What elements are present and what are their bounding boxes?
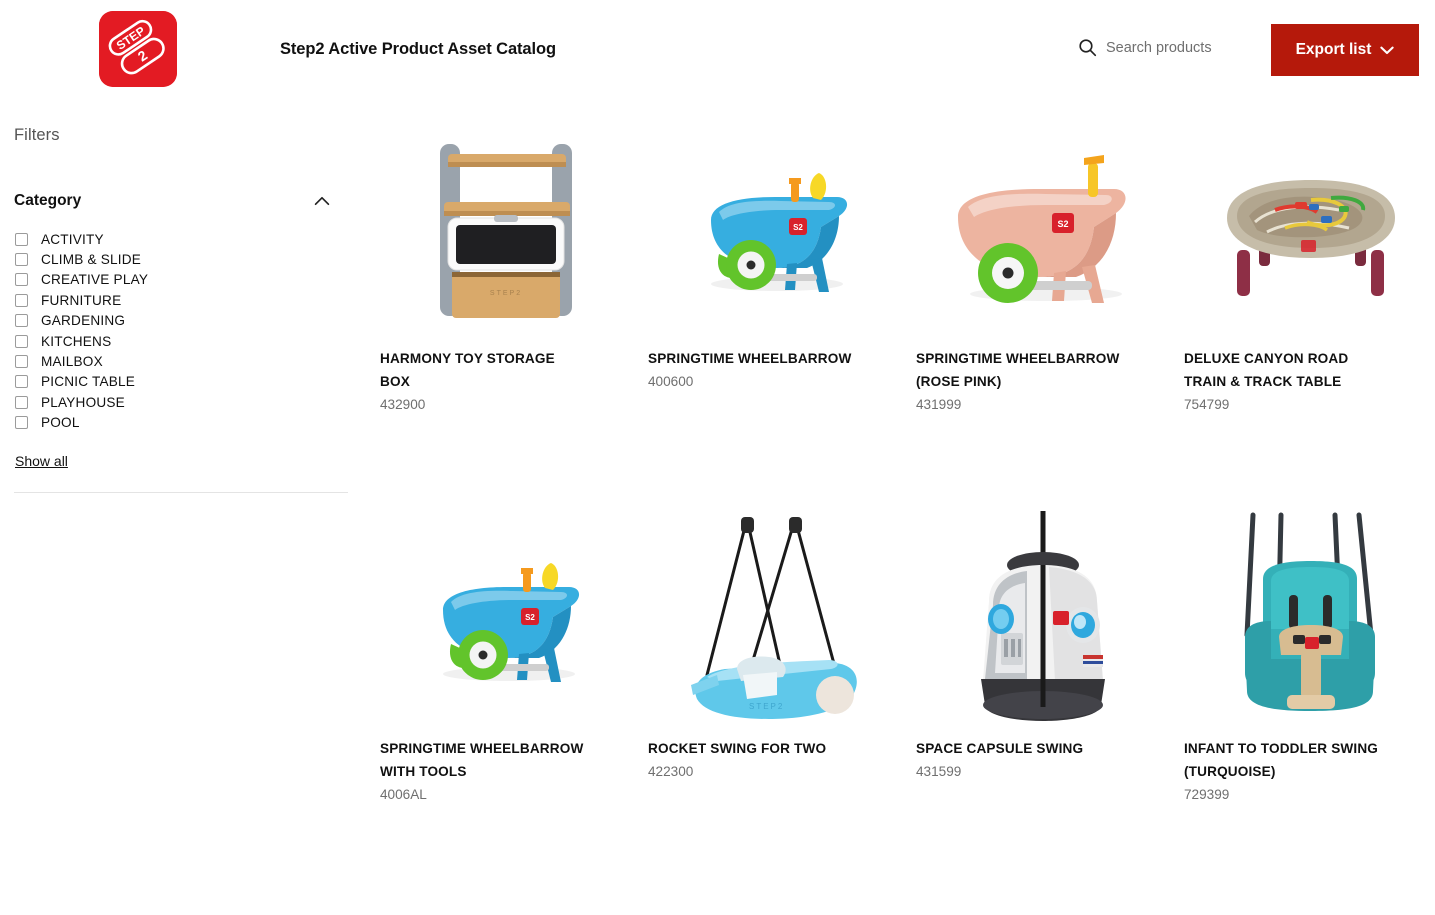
product-sku: 422300 — [648, 763, 694, 779]
product-sku: 754799 — [1184, 396, 1230, 412]
category-checkbox[interactable] — [15, 355, 28, 369]
export-list-button[interactable]: Export list — [1271, 24, 1419, 76]
product-title: ROCKET SWING FOR TWO — [648, 741, 827, 756]
category-option[interactable]: PLAYHOUSE — [14, 392, 348, 412]
svg-text:S2: S2 — [525, 613, 535, 622]
category-checkbox[interactable] — [15, 232, 28, 246]
chevron-up-icon[interactable] — [314, 196, 334, 206]
category-filter-header[interactable]: Category — [14, 192, 334, 210]
category-option-label: CLIMB & SLIDE — [41, 252, 142, 268]
category-filter-label: Category — [14, 192, 82, 209]
product-image-wheelbarrow-rose-pink[interactable]: S2 — [916, 126, 1168, 336]
search-box[interactable] — [1078, 38, 1286, 57]
svg-text:S2: S2 — [793, 223, 803, 232]
category-option[interactable]: MAILBOX — [14, 351, 348, 371]
category-checkbox[interactable] — [15, 253, 28, 267]
category-option-label: KITCHENS — [41, 333, 112, 349]
category-option[interactable]: KITCHENS — [14, 331, 348, 351]
product-card[interactable]: S2 SPRINGTIME WHEELBARROW 400600 — [648, 126, 916, 516]
product-card[interactable]: DELUXE CANYON ROAD TRAIN & TRACK TABLE 75… — [1184, 126, 1435, 516]
category-option[interactable]: CREATIVE PLAY — [14, 270, 348, 290]
product-image-wheelbarrow-blue-tools[interactable]: S2 — [380, 516, 632, 726]
category-checkbox[interactable] — [15, 416, 28, 430]
product-sku: 400600 — [648, 373, 694, 389]
category-option-label: FURNITURE — [41, 292, 122, 308]
category-option-label: PICNIC TABLE — [41, 374, 136, 390]
product-image-infant-toddler-swing[interactable] — [1184, 512, 1435, 726]
category-option-label: ACTIVITY — [41, 231, 104, 247]
sidebar-divider — [14, 491, 348, 493]
product-title: SPACE CAPSULE SWING — [916, 741, 1084, 756]
product-sku: 4006AL — [380, 786, 427, 802]
product-title: SPRINGTIME WHEELBARROW — [648, 351, 852, 366]
step2-logo: STEP 2 — [99, 11, 177, 87]
catalog-page: STEP 2 Step2 Active Product Asset Catalo… — [0, 0, 1435, 915]
page-title: Step2 Active Product Asset Catalog — [280, 40, 556, 58]
product-image-wheelbarrow-blue[interactable]: S2 — [648, 126, 900, 336]
filters-sidebar: Filters Category ACTIVITY CLIMB & SLIDE CR… — [14, 126, 348, 493]
product-title: SPRINGTIME WHEELBARROW (ROSE PINK) — [916, 351, 1120, 389]
product-image-train-track-table[interactable] — [1184, 126, 1435, 336]
product-card[interactable]: STEP2 HARMONY TOY STORAGE BOX 432900 — [380, 126, 648, 516]
product-title: SPRINGTIME WHEELBARROW WITH TOOLS — [380, 741, 584, 779]
chevron-down-icon — [1380, 46, 1395, 55]
product-title: DELUXE CANYON ROAD TRAIN & TRACK TABLE — [1184, 351, 1349, 389]
svg-text:STEP2: STEP2 — [749, 702, 784, 711]
product-image-space-capsule-swing[interactable] — [916, 510, 1168, 726]
product-sku: 431599 — [916, 763, 962, 779]
category-checkbox[interactable] — [15, 273, 28, 287]
search-input[interactable] — [1106, 39, 1286, 56]
product-image-rocket-swing[interactable]: STEP2 — [648, 516, 900, 726]
show-all-link[interactable]: Show all — [15, 453, 68, 469]
category-option-label: GARDENING — [41, 313, 126, 329]
product-card[interactable]: STEP2 ROCKET SWING FOR TWO 422300 — [648, 516, 916, 906]
product-grid: STEP2 HARMONY TOY STORAGE BOX 432900 S2 SPRI… — [380, 126, 1435, 915]
category-checkbox[interactable] — [15, 293, 28, 307]
category-checkbox[interactable] — [15, 395, 28, 409]
svg-text:S2: S2 — [1057, 219, 1068, 229]
product-title: INFANT TO TODDLER SWING (TURQUOISE) — [1184, 741, 1379, 779]
category-option-label: PLAYHOUSE — [41, 394, 125, 410]
page-header: STEP 2 Step2 Active Product Asset Catalo… — [0, 0, 1435, 100]
category-checkbox[interactable] — [15, 334, 28, 348]
product-sku: 432900 — [380, 396, 426, 412]
filters-heading: Filters — [14, 126, 60, 144]
svg-text:STEP2: STEP2 — [490, 290, 522, 297]
category-option[interactable]: POOL — [14, 413, 348, 433]
product-card[interactable]: INFANT TO TODDLER SWING (TURQUOISE) 72939… — [1184, 512, 1435, 906]
category-checkbox[interactable] — [15, 314, 28, 328]
export-list-label: Export list — [1295, 41, 1372, 58]
product-card[interactable]: S2 SPRINGTIME WHEELBARROW (ROSE PINK) 4319… — [916, 126, 1184, 516]
search-icon — [1078, 38, 1097, 57]
product-sku: 431999 — [916, 396, 962, 412]
product-card[interactable]: S2 SPRINGTIME WHEELBARROW WITH TOOLS 4006A… — [380, 516, 648, 906]
category-option-label: MAILBOX — [41, 354, 103, 370]
category-option[interactable]: ACTIVITY — [14, 229, 348, 249]
product-sku: 729399 — [1184, 786, 1230, 802]
category-checkbox[interactable] — [15, 375, 28, 389]
product-image-toy-storage-box[interactable]: STEP2 — [380, 126, 632, 336]
category-option[interactable]: GARDENING — [14, 311, 348, 331]
category-option[interactable]: PICNIC TABLE — [14, 372, 348, 392]
category-option-label: POOL — [41, 415, 80, 431]
category-option[interactable]: FURNITURE — [14, 290, 348, 310]
product-card[interactable]: SPACE CAPSULE SWING 431599 — [916, 510, 1184, 906]
category-option[interactable]: CLIMB & SLIDE — [14, 249, 348, 269]
product-title: HARMONY TOY STORAGE BOX — [380, 351, 555, 389]
category-option-list: ACTIVITY CLIMB & SLIDE CREATIVE PLAY FURNIT… — [14, 229, 348, 433]
category-option-label: CREATIVE PLAY — [41, 272, 149, 288]
